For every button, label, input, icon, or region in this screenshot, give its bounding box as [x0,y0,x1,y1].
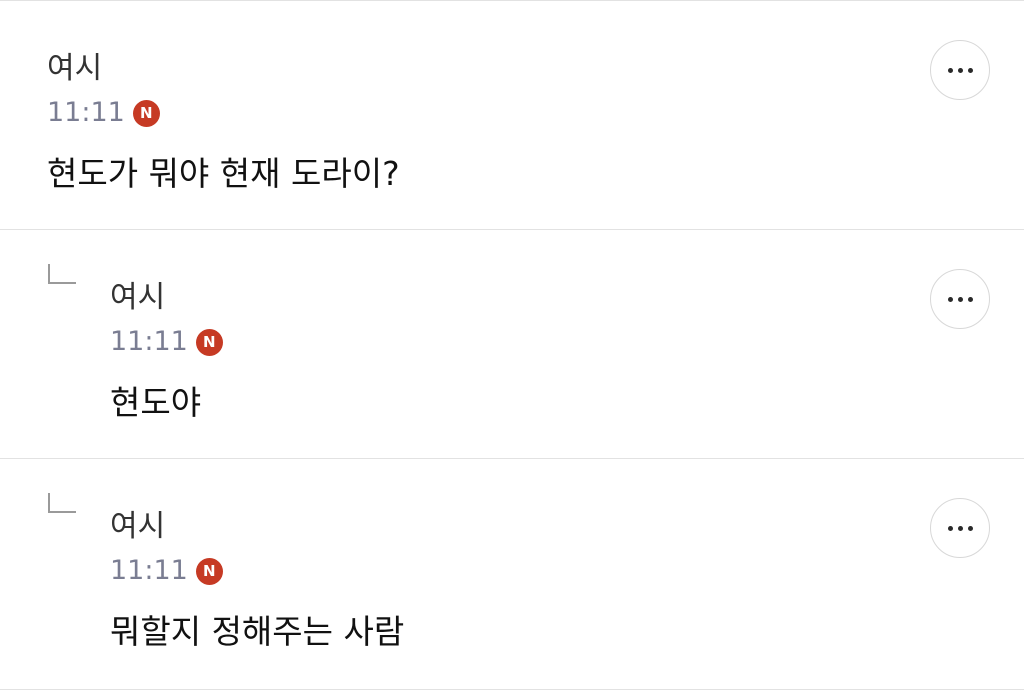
new-badge-icon: N [195,328,223,356]
comment-time: 11:11 [110,326,188,357]
comment-meta: 11:11 N [110,322,223,362]
more-options-button[interactable] [930,498,990,558]
new-badge-label: N [203,561,216,580]
comment-author[interactable]: 여시 [110,278,165,318]
more-horizontal-icon [947,67,973,73]
reply-arrow-icon [48,264,76,284]
comment-author[interactable]: 여시 [47,49,102,89]
comment-time: 11:11 [110,555,188,586]
new-badge-icon: N [195,557,223,585]
comment-text: 뭐할지 정해주는 사람 [110,612,405,651]
more-horizontal-icon [947,296,973,302]
new-badge-label: N [203,332,216,351]
comment-list: 여시 11:11 N 현도가 뭐야 현재 도라이? 여시 11:11 N 현도야 [0,0,1024,692]
more-options-button[interactable] [930,40,990,100]
comment-text: 현도가 뭐야 현재 도라이? [47,154,400,193]
comment-item: 여시 11:11 N 현도가 뭐야 현재 도라이? [0,1,1024,230]
comment-time: 11:11 [47,97,125,128]
comment-meta: 11:11 N [47,93,160,133]
new-badge-icon: N [132,99,160,127]
reply-item: 여시 11:11 N 현도야 [0,230,1024,459]
comment-author[interactable]: 여시 [110,507,165,547]
reply-item: 여시 11:11 N 뭐할지 정해주는 사람 [0,459,1024,690]
comment-meta: 11:11 N [110,551,223,591]
more-options-button[interactable] [930,269,990,329]
new-badge-label: N [140,103,153,122]
reply-arrow-icon [48,493,76,513]
comment-text: 현도야 [110,383,202,422]
more-horizontal-icon [947,525,973,531]
